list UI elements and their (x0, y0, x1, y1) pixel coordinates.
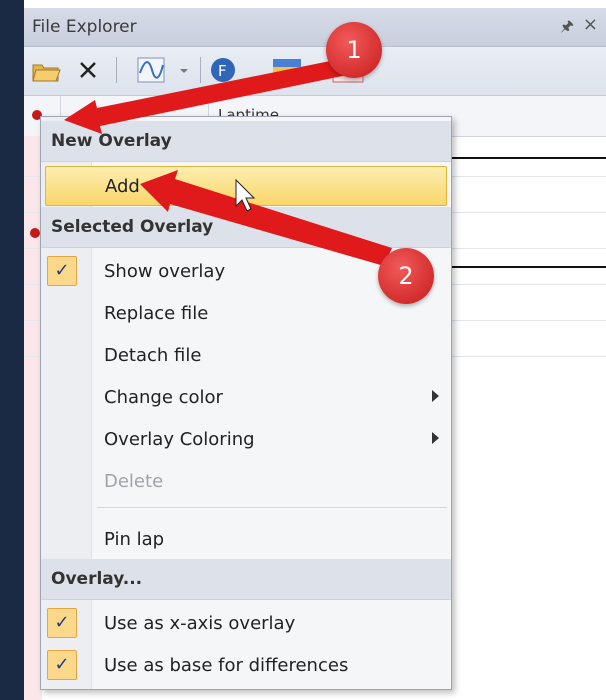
menu-item-change-color[interactable]: Change color (41, 378, 451, 416)
filter-f-icon[interactable]: F (208, 55, 238, 85)
menu-item-add[interactable]: Add (45, 166, 447, 206)
menu-section-selected-overlay: Selected Overlay (41, 207, 451, 248)
menu-item-label: Delete (104, 471, 164, 492)
menu-item-label: Use as base for differences (104, 655, 349, 676)
menu-item-label: Use as x-axis overlay (104, 613, 296, 634)
menu-item-label: Show overlay (104, 261, 226, 282)
chevron-down-icon[interactable] (178, 55, 190, 85)
toolbar: F (24, 47, 606, 96)
menu-section-overlay: Overlay... (41, 559, 451, 600)
checkmark-icon: ✓ (47, 256, 77, 286)
menu-item-label: Add (105, 176, 140, 197)
menu-item-detach-file[interactable]: Detach file (41, 336, 451, 374)
overlay-line (450, 266, 606, 268)
checkmark-icon: ✓ (47, 608, 77, 638)
menu-item-use-base-for-differences[interactable]: ✓ Use as base for differences (41, 646, 451, 684)
checkmark-icon: ✓ (47, 650, 77, 680)
overlay-line (450, 157, 606, 159)
menu-separator (97, 507, 447, 508)
menu-item-delete: Delete (41, 462, 451, 500)
submenu-arrow-icon (432, 390, 439, 402)
submenu-arrow-icon (432, 432, 439, 444)
menu-section-label: Selected Overlay (51, 217, 214, 237)
annotation-badge-1: 1 (326, 22, 382, 78)
delete-icon[interactable] (76, 55, 100, 85)
close-icon[interactable]: × (583, 14, 598, 35)
toolbar-separator (200, 57, 201, 83)
menu-section-label: New Overlay (51, 131, 172, 151)
menu-item-label: Replace file (104, 303, 209, 324)
menu-item-label: Overlay Coloring (104, 429, 255, 450)
menu-item-label: Detach file (104, 345, 202, 366)
chevron-down-icon[interactable] (310, 55, 322, 85)
wave-icon[interactable] (136, 55, 170, 85)
window-left-edge (0, 0, 24, 700)
context-menu: New Overlay Add Selected Overlay ✓ Show … (40, 116, 452, 690)
menu-item-overlay-coloring[interactable]: Overlay Coloring (41, 420, 451, 458)
menu-item-label: Change color (104, 387, 223, 408)
color-map-icon[interactable] (270, 55, 304, 85)
open-folder-icon[interactable] (30, 55, 62, 85)
record-dot-icon (30, 228, 40, 238)
annotation-badge-2: 2 (378, 248, 434, 304)
menu-item-use-x-axis-overlay[interactable]: ✓ Use as x-axis overlay (41, 604, 451, 642)
panel-titlebar: File Explorer 🖈 × (24, 8, 606, 47)
toolbar-separator (116, 57, 117, 83)
svg-text:F: F (218, 62, 227, 80)
menu-item-label: Pin lap (104, 529, 165, 550)
menu-section-label: Overlay... (51, 569, 143, 589)
menu-section-new-overlay: New Overlay (41, 121, 451, 162)
pin-icon[interactable]: 🖈 (560, 16, 574, 41)
menu-item-replace-file[interactable]: Replace file (41, 294, 451, 332)
menu-item-pin-lap[interactable]: Pin lap (41, 520, 451, 558)
panel-title: File Explorer (32, 17, 137, 37)
